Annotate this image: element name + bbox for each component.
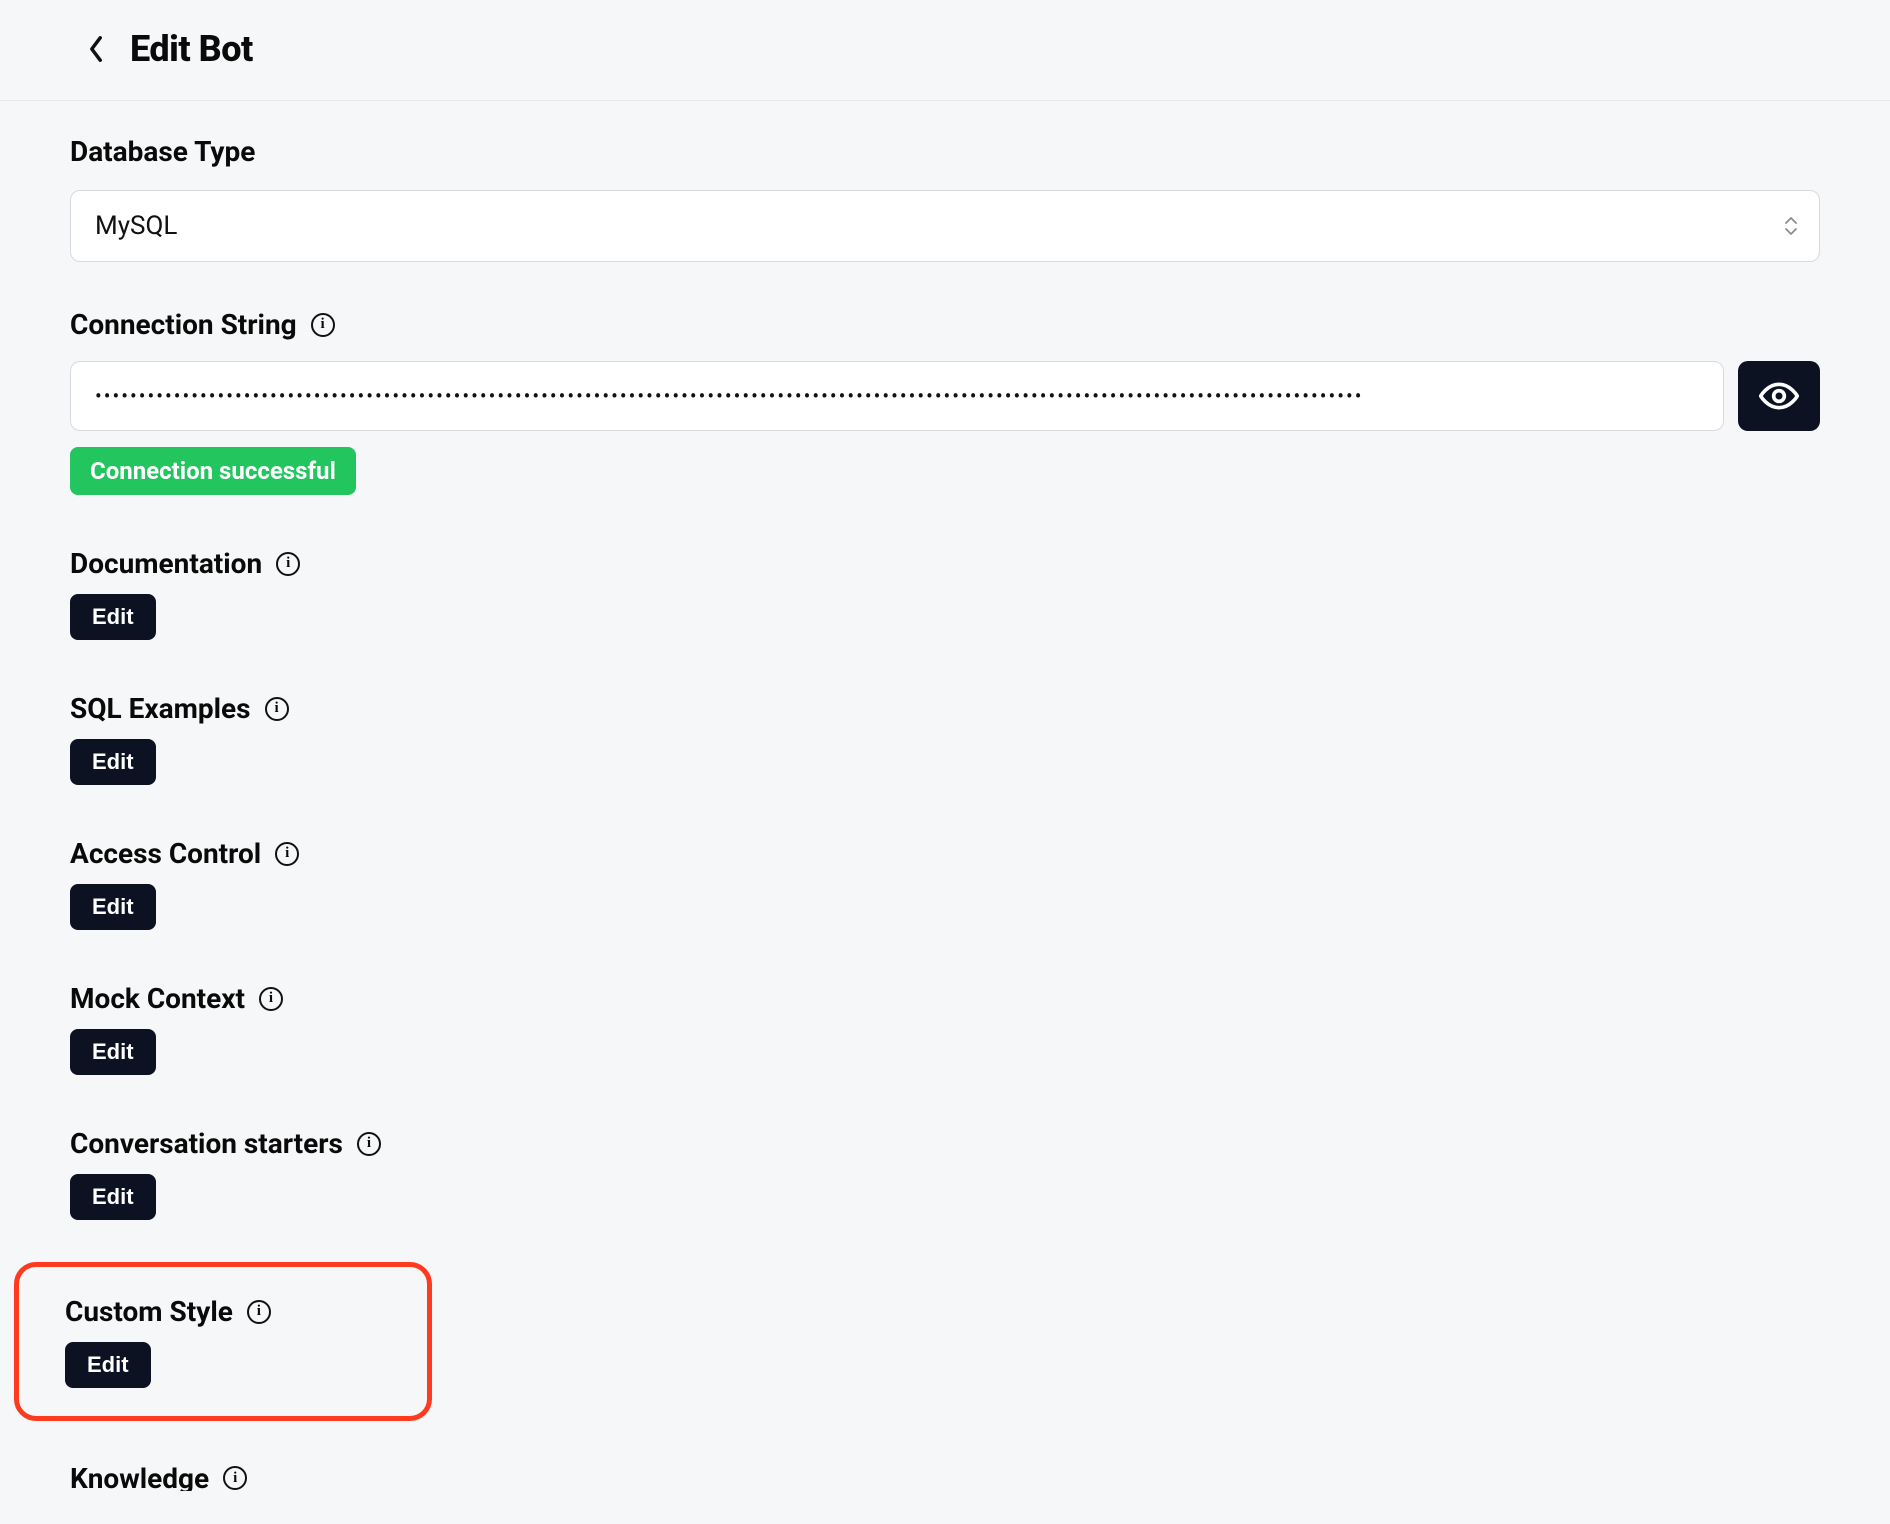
access-control-section: Access Control i Edit — [70, 837, 1820, 930]
mock-context-edit-button[interactable]: Edit — [70, 1029, 156, 1075]
info-icon[interactable]: i — [259, 987, 283, 1011]
connection-string-value: ••••••••••••••••••••••••••••••••••••••••… — [95, 384, 1363, 408]
custom-style-highlight: Custom Style i Edit — [14, 1262, 432, 1421]
access-control-label: Access Control i — [70, 837, 1820, 870]
conversation-starters-edit-button[interactable]: Edit — [70, 1174, 156, 1220]
sql-examples-label: SQL Examples i — [70, 692, 1820, 725]
documentation-edit-button[interactable]: Edit — [70, 594, 156, 640]
info-icon[interactable]: i — [265, 697, 289, 721]
mock-context-section: Mock Context i Edit — [70, 982, 1820, 1075]
info-icon[interactable]: i — [357, 1132, 381, 1156]
mock-context-label: Mock Context i — [70, 982, 1820, 1015]
info-icon[interactable]: i — [223, 1466, 247, 1490]
info-icon[interactable]: i — [276, 552, 300, 576]
conversation-starters-label: Conversation starters i — [70, 1127, 1820, 1160]
access-control-edit-button[interactable]: Edit — [70, 884, 156, 930]
knowledge-label-text: Knowledge — [70, 1465, 209, 1491]
database-type-value: MySQL — [95, 211, 177, 241]
sql-examples-section: SQL Examples i Edit — [70, 692, 1820, 785]
conversation-starters-label-text: Conversation starters — [70, 1127, 343, 1160]
info-icon[interactable]: i — [311, 313, 335, 337]
sql-examples-edit-button[interactable]: Edit — [70, 739, 156, 785]
custom-style-edit-button[interactable]: Edit — [65, 1342, 151, 1388]
connection-string-label: Connection String i — [70, 308, 1820, 341]
info-icon[interactable]: i — [247, 1300, 271, 1324]
eye-icon — [1759, 376, 1799, 416]
select-caret-icon — [1784, 217, 1798, 235]
sql-examples-label-text: SQL Examples — [70, 692, 251, 725]
access-control-label-text: Access Control — [70, 837, 261, 870]
back-button[interactable] — [80, 33, 112, 65]
connection-string-input[interactable]: ••••••••••••••••••••••••••••••••••••••••… — [70, 361, 1724, 431]
documentation-section: Documentation i Edit — [70, 547, 1820, 640]
database-type-field: Database Type MySQL — [70, 135, 1820, 262]
connection-status-badge: Connection successful — [70, 447, 356, 495]
custom-style-label: Custom Style i — [65, 1295, 381, 1328]
page-header: Edit Bot — [0, 0, 1890, 101]
connection-string-field: Connection String i ••••••••••••••••••••… — [70, 308, 1820, 495]
mock-context-label-text: Mock Context — [70, 982, 245, 1015]
reveal-password-button[interactable] — [1738, 361, 1820, 431]
custom-style-label-text: Custom Style — [65, 1295, 233, 1328]
documentation-label: Documentation i — [70, 547, 1820, 580]
chevron-left-icon — [87, 35, 105, 63]
connection-string-label-text: Connection String — [70, 308, 297, 341]
database-type-select[interactable]: MySQL — [70, 190, 1820, 262]
knowledge-label: Knowledge i — [70, 1465, 247, 1491]
page-title: Edit Bot — [130, 28, 253, 70]
knowledge-section: Knowledge i — [70, 1465, 1820, 1491]
database-type-label: Database Type — [70, 135, 1820, 168]
custom-style-section: Custom Style i Edit — [65, 1295, 381, 1388]
info-icon[interactable]: i — [275, 842, 299, 866]
conversation-starters-section: Conversation starters i Edit — [70, 1127, 1820, 1220]
documentation-label-text: Documentation — [70, 547, 262, 580]
